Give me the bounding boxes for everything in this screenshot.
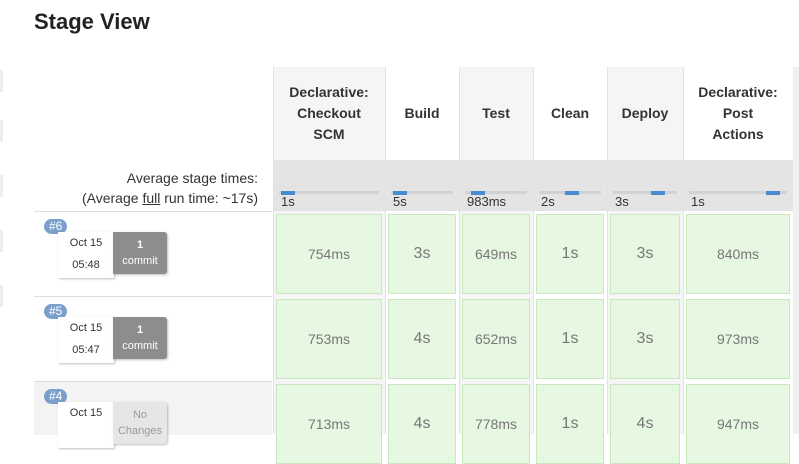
stage-header: Declarative: Post Actions bbox=[683, 67, 793, 160]
stage-name-line: Clean bbox=[550, 105, 590, 121]
stage-name-line: Post bbox=[722, 105, 754, 121]
stage-column: Clean 2s 1s 1s 1s bbox=[533, 67, 607, 464]
stage-name-line: Declarative: bbox=[698, 84, 778, 100]
build-date-box: Oct 15 bbox=[58, 402, 114, 448]
stage-header: Clean bbox=[533, 67, 607, 160]
commit-count-button[interactable]: 1 commit bbox=[113, 232, 167, 274]
stage-cell[interactable]: 778ms bbox=[462, 384, 530, 464]
stage-header: Deploy bbox=[607, 67, 683, 160]
stage-cell[interactable]: 1s bbox=[536, 214, 604, 294]
stage-column: Declarative: Checkout SCM 1s 754ms 753ms 713ms bbox=[273, 67, 385, 464]
build-time: 05:47 bbox=[72, 344, 100, 356]
stage-cell[interactable]: 652ms bbox=[462, 299, 530, 379]
build-date: Oct 15 bbox=[69, 237, 103, 249]
changes-label: commit bbox=[122, 340, 158, 352]
build-date: Oct 15 bbox=[69, 407, 103, 419]
average-line-2-suffix: run time: ~17s) bbox=[160, 190, 258, 206]
stage-header: Declarative: Checkout SCM bbox=[273, 67, 385, 160]
stage-column: Test 983ms 649ms 652ms 778ms bbox=[459, 67, 533, 464]
stage-name: Test bbox=[482, 103, 510, 124]
stage-name-line: Declarative: bbox=[289, 84, 369, 100]
average-line-2: (Average full run time: ~17s) bbox=[34, 188, 258, 208]
column-separator bbox=[385, 67, 386, 434]
stage-cell[interactable]: 713ms bbox=[276, 384, 382, 464]
stage-cell[interactable]: 840ms bbox=[686, 214, 790, 294]
stage-name: Declarative: Checkout SCM bbox=[289, 82, 368, 145]
no-changes-box: No Changes bbox=[113, 402, 167, 444]
stage-header: Build bbox=[385, 67, 459, 160]
stage-cell[interactable]: 4s bbox=[388, 299, 456, 379]
build-date-box: Oct 15 05:48 bbox=[58, 232, 114, 278]
stage-average-cell: 1s bbox=[273, 160, 385, 211]
stage-column: Build 5s 3s 4s 4s bbox=[385, 67, 459, 464]
page-title: Stage View bbox=[34, 9, 150, 34]
build-date: Oct 15 bbox=[69, 322, 103, 334]
changes-count: 1 bbox=[136, 239, 144, 251]
left-edge-ticks bbox=[0, 0, 6, 434]
average-progress-mark bbox=[766, 191, 780, 195]
column-separator bbox=[459, 67, 460, 434]
stage-average-time: 983ms bbox=[467, 194, 507, 209]
stage-cell[interactable]: 4s bbox=[610, 384, 680, 464]
build-time: 05:48 bbox=[72, 259, 100, 271]
average-line-2-prefix: (Average bbox=[81, 190, 143, 206]
stage-column: Deploy 3s 3s 3s 4s bbox=[607, 67, 683, 464]
average-line-1: Average stage times: bbox=[126, 170, 258, 186]
stage-average-cell: 5s bbox=[385, 160, 459, 211]
stage-cell[interactable]: 1s bbox=[536, 384, 604, 464]
stage-cell[interactable]: 649ms bbox=[462, 214, 530, 294]
stage-header: Test bbox=[459, 67, 533, 160]
stage-average-cell: 983ms bbox=[459, 160, 533, 211]
changes-label: commit bbox=[122, 255, 158, 267]
stage-name: Clean bbox=[551, 103, 589, 124]
build-row: #6 Oct 15 05:48 1 commit bbox=[34, 211, 272, 297]
stage-cell[interactable]: 4s bbox=[388, 384, 456, 464]
stage-average-cell: 3s bbox=[607, 160, 683, 211]
stage-name-line: Build bbox=[404, 105, 440, 121]
stage-cell[interactable]: 947ms bbox=[686, 384, 790, 464]
stage-name: Build bbox=[405, 103, 440, 124]
stage-name-line: Deploy bbox=[621, 105, 669, 121]
changes-count: 1 bbox=[136, 324, 144, 336]
build-row: #4 Oct 15 No Changes bbox=[34, 381, 272, 448]
changes-count: No bbox=[132, 409, 148, 421]
stage-cell[interactable]: 1s bbox=[536, 299, 604, 379]
stage-average-time: 1s bbox=[281, 194, 295, 209]
stage-name-line: Checkout bbox=[297, 105, 361, 121]
stage-average-time: 3s bbox=[615, 194, 629, 209]
column-separator bbox=[273, 67, 274, 434]
stage-average-time: 5s bbox=[393, 194, 407, 209]
column-separator bbox=[533, 67, 534, 434]
column-separator bbox=[607, 67, 608, 434]
average-stage-times-label: Average stage times: (Average full run t… bbox=[34, 168, 258, 208]
build-date-box: Oct 15 05:47 bbox=[58, 317, 114, 363]
stage-average-cell: 2s bbox=[533, 160, 607, 211]
stage-column: Declarative: Post Actions 1s 840ms 973ms 947ms bbox=[683, 67, 793, 464]
stage-average-cell: 1s bbox=[683, 160, 793, 211]
stage-name-line: Actions bbox=[712, 126, 764, 142]
full-run-link[interactable]: full bbox=[142, 190, 160, 206]
scroll-edge bbox=[793, 67, 799, 434]
stage-name-line: SCM bbox=[313, 126, 345, 142]
stage-cell[interactable]: 3s bbox=[610, 214, 680, 294]
stage-cell[interactable]: 3s bbox=[610, 299, 680, 379]
stage-name: Deploy bbox=[622, 103, 669, 124]
average-progress-mark bbox=[651, 191, 665, 195]
stage-cell[interactable]: 753ms bbox=[276, 299, 382, 379]
average-progress-mark bbox=[565, 191, 579, 195]
stage-average-time: 1s bbox=[691, 194, 705, 209]
stage-name: Declarative: Post Actions bbox=[698, 82, 777, 145]
changes-label: Changes bbox=[117, 425, 163, 437]
stage-cell[interactable]: 754ms bbox=[276, 214, 382, 294]
stage-cell[interactable]: 3s bbox=[388, 214, 456, 294]
build-row: #5 Oct 15 05:47 1 commit bbox=[34, 296, 272, 382]
stage-name-line: Test bbox=[482, 105, 510, 121]
column-separator bbox=[683, 67, 684, 434]
stage-average-time: 2s bbox=[541, 194, 555, 209]
stage-cell[interactable]: 973ms bbox=[686, 299, 790, 379]
commit-count-button[interactable]: 1 commit bbox=[113, 317, 167, 359]
